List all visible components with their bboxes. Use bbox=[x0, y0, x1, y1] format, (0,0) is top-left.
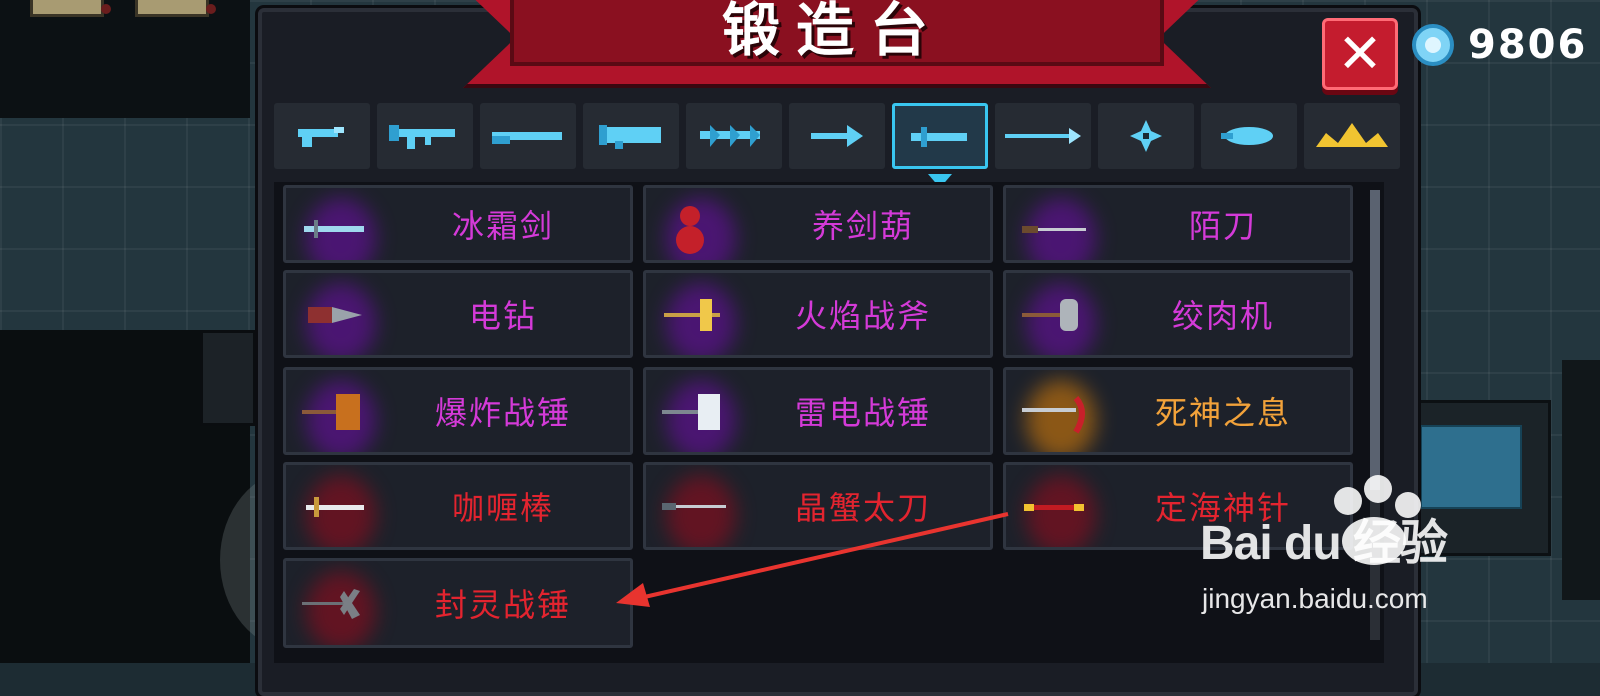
weapon-item[interactable]: 绞肉机 bbox=[1003, 270, 1353, 358]
weapon-item[interactable]: 陌刀 bbox=[1003, 185, 1353, 263]
staff-icon bbox=[1221, 127, 1273, 145]
weapon-name: 咖喱棒 bbox=[451, 489, 554, 527]
watermark: Bai du 经验 jingyan.baidu.com bbox=[1200, 475, 1490, 625]
weapon-item[interactable]: 养剑葫 bbox=[643, 185, 993, 263]
fire-axe-icon bbox=[664, 299, 720, 331]
special-crown-icon bbox=[1316, 123, 1388, 147]
wall-shadow bbox=[0, 0, 250, 118]
tab-staff[interactable] bbox=[1201, 103, 1297, 169]
weapon-item[interactable]: 晶蟹太刀 bbox=[643, 462, 993, 550]
tab-assault-rifle[interactable] bbox=[377, 103, 473, 169]
tab-heavy-gun[interactable] bbox=[686, 103, 782, 169]
tab-shuriken[interactable] bbox=[1098, 103, 1194, 169]
gem-icon bbox=[1412, 24, 1454, 66]
pistol-icon bbox=[298, 127, 344, 147]
weapon-name: 养剑葫 bbox=[811, 207, 914, 245]
weapon-name: 电钻 bbox=[468, 297, 537, 335]
weapon-name: 封灵战锤 bbox=[434, 586, 571, 624]
spear-icon bbox=[1005, 128, 1081, 144]
weapon-name: 雷电战锤 bbox=[794, 394, 931, 432]
golden-staff-icon bbox=[1024, 504, 1084, 511]
grinder-icon bbox=[1022, 299, 1078, 331]
watermark-url: jingyan.baidu.com bbox=[1202, 583, 1428, 614]
curry-stick-icon bbox=[306, 497, 364, 517]
page-title: 锻造台 bbox=[721, 0, 944, 64]
explosive-hammer-icon bbox=[302, 394, 360, 430]
heavy-gun-icon bbox=[700, 125, 760, 147]
side-shelf bbox=[1562, 360, 1600, 600]
crate bbox=[30, 0, 111, 17]
drill-icon bbox=[308, 307, 362, 323]
gourd-icon bbox=[676, 206, 704, 254]
weapon-name: 冰霜剑 bbox=[451, 207, 554, 245]
tab-spear[interactable] bbox=[995, 103, 1091, 169]
shotgun-icon bbox=[492, 132, 562, 144]
scythe-icon bbox=[1022, 396, 1085, 434]
weapon-name: 死神之息 bbox=[1154, 394, 1291, 432]
tab-pistol[interactable] bbox=[274, 103, 370, 169]
weapon-item[interactable]: 死神之息 bbox=[1003, 367, 1353, 455]
weapon-name: 火焰战斧 bbox=[794, 297, 931, 335]
bow-icon bbox=[811, 125, 863, 147]
weapon-category-tabs bbox=[274, 103, 1400, 188]
weapon-item[interactable]: 咖喱棒 bbox=[283, 462, 633, 550]
tab-shotgun[interactable] bbox=[480, 103, 576, 169]
rocket-launcher-icon bbox=[599, 125, 661, 149]
weapon-name: 晶蟹太刀 bbox=[794, 489, 931, 527]
scrollbar-thumb[interactable] bbox=[1370, 190, 1380, 490]
close-button[interactable]: ✕ bbox=[1322, 18, 1398, 90]
weapon-name: 爆炸战锤 bbox=[434, 394, 571, 432]
tab-special[interactable] bbox=[1304, 103, 1400, 169]
watermark-brand: Bai du 经验 bbox=[1200, 517, 1448, 570]
assault-rifle-icon bbox=[389, 125, 455, 149]
seal-hammer-icon bbox=[302, 589, 360, 619]
pillar bbox=[200, 330, 256, 426]
weapon-item[interactable]: 冰霜剑 bbox=[283, 185, 633, 263]
weapon-item[interactable]: 电钻 bbox=[283, 270, 633, 358]
weapon-name: 绞肉机 bbox=[1171, 297, 1274, 335]
melee-sword-icon bbox=[911, 127, 967, 147]
tab-melee[interactable] bbox=[892, 103, 988, 188]
crystal-katana-icon bbox=[662, 503, 726, 510]
weapon-item[interactable]: 雷电战锤 bbox=[643, 367, 993, 455]
shuriken-icon bbox=[1130, 120, 1162, 152]
weapon-item[interactable]: 封灵战锤 bbox=[283, 558, 633, 648]
tab-bow[interactable] bbox=[789, 103, 885, 169]
ice-sword-icon bbox=[304, 220, 364, 238]
tab-rocket-launcher[interactable] bbox=[583, 103, 679, 169]
thunder-hammer-icon bbox=[662, 394, 720, 430]
weapon-item[interactable]: 火焰战斧 bbox=[643, 270, 993, 358]
weapon-item[interactable]: 爆炸战锤 bbox=[283, 367, 633, 455]
weapon-name: 陌刀 bbox=[1188, 207, 1257, 245]
crate bbox=[135, 0, 216, 17]
gem-count: 9806 bbox=[1468, 22, 1588, 68]
long-blade-icon bbox=[1022, 226, 1086, 233]
gem-counter: 9806 bbox=[1412, 20, 1587, 70]
close-icon: ✕ bbox=[1337, 22, 1383, 85]
